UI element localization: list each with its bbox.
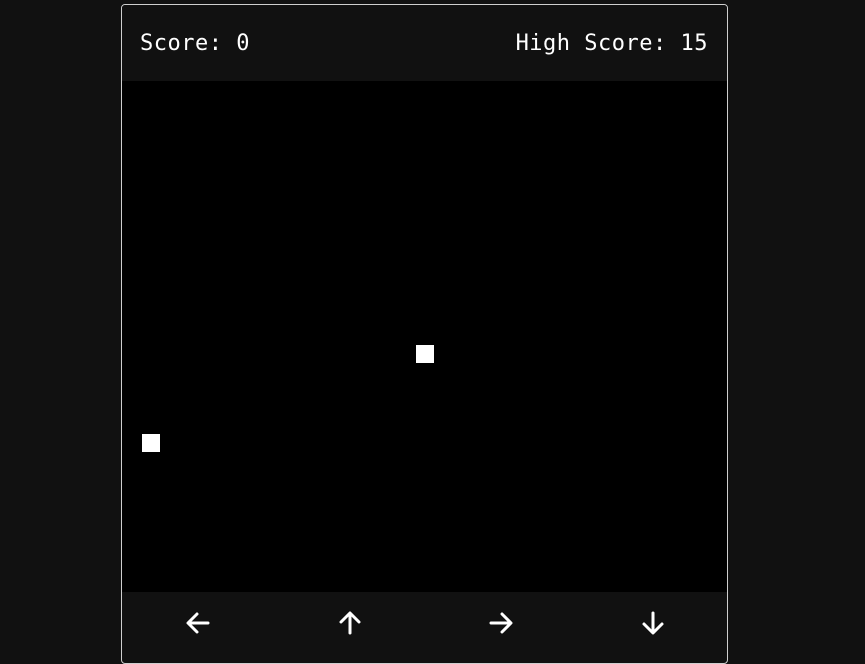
score-display: Score: 0 [140,30,250,56]
move-down-button[interactable] [635,606,671,640]
move-right-button[interactable] [483,606,519,640]
game-board[interactable] [122,81,727,592]
high-score-display: High Score: 15 [515,30,708,56]
snake-segment [142,434,160,452]
arrow-up-icon [339,611,361,635]
score-bar: Score: 0 High Score: 15 [122,5,727,81]
food-pellet [416,345,434,363]
move-left-button[interactable] [180,606,216,640]
direction-controls [122,592,727,654]
move-up-button[interactable] [332,606,368,640]
arrow-right-icon [489,612,513,634]
arrow-down-icon [642,611,664,635]
arrow-left-icon [186,612,210,634]
game-container: Score: 0 High Score: 15 [121,4,728,664]
